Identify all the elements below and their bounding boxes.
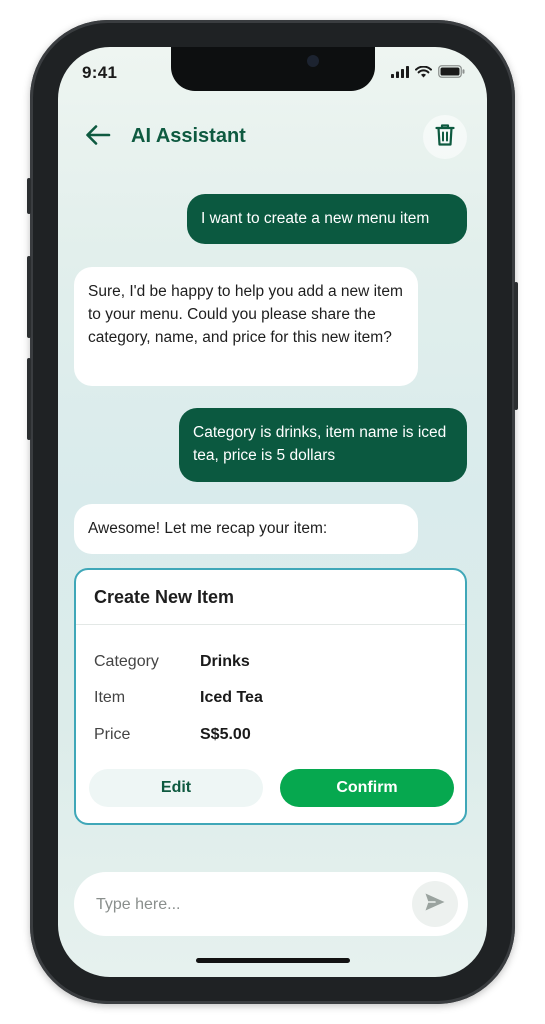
category-label: Category [94,653,159,670]
status-time: 9:41 [82,63,118,82]
message-composer [74,872,468,938]
item-label: Item [94,689,126,706]
arrow-left-icon [85,124,111,151]
send-button[interactable] [412,881,458,927]
edit-button[interactable]: Edit [89,769,263,807]
card-title: Create New Item [76,570,465,625]
app-screen: 9:41 AI Assistant I want to create a new… [58,47,487,977]
status-icons [391,65,465,83]
price-value: S$5.00 [200,726,251,743]
user-message: Category is drinks, item name is iced te… [179,408,467,482]
confirm-button[interactable]: Confirm [280,769,454,807]
item-value: Iced Tea [200,689,263,706]
user-message: I want to create a new menu item [187,194,467,244]
card-row-item: Item Iced Tea [94,686,263,710]
notch [171,47,375,91]
card-row-price: Price S$5.00 [94,723,251,747]
power-button [514,282,518,410]
assistant-message: Sure, I'd be happy to help you add a new… [74,267,418,386]
category-value: Drinks [200,653,250,670]
volume-down-button [27,358,31,440]
volume-up-button [27,256,31,338]
wifi-icon [415,65,432,83]
price-label: Price [94,726,131,743]
assistant-message: Awesome! Let me recap your item: [74,504,418,554]
trash-icon [435,123,455,152]
chat-header: AI Assistant [58,115,487,159]
card-row-category: Category Drinks [94,650,250,674]
page-title: AI Assistant [131,125,246,147]
clear-chat-button[interactable] [423,115,467,159]
front-camera [307,55,319,67]
signal-icon [391,65,409,83]
home-indicator[interactable] [196,958,350,963]
battery-icon [438,65,465,83]
message-input[interactable] [94,872,398,938]
create-item-card: Create New Item Category Drinks Item Ice… [74,568,467,825]
send-icon [424,892,446,917]
silent-switch [27,178,31,214]
back-button[interactable] [82,121,114,153]
